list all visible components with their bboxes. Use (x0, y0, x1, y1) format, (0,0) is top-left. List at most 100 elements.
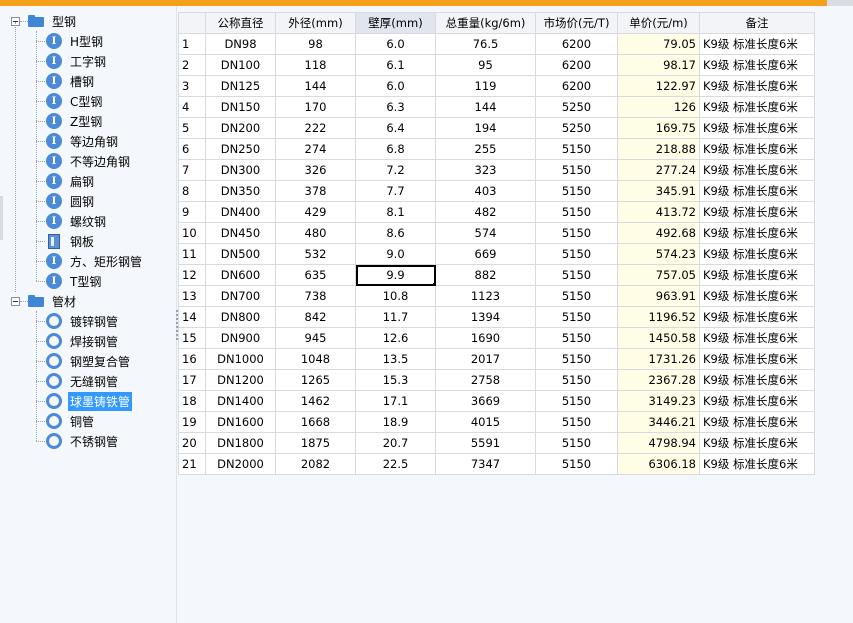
table-cell[interactable]: 5150 (535, 369, 618, 391)
table-cell[interactable]: K9级 标准长度6米 (699, 75, 815, 97)
tree-item[interactable]: I T型钢 (46, 271, 103, 291)
table-cell[interactable]: 882 (435, 264, 536, 286)
table-cell[interactable]: 3446.21 (617, 411, 700, 433)
table-cell[interactable]: 5150 (535, 243, 618, 265)
table-cell[interactable]: 326 (275, 159, 356, 181)
table-row[interactable]: 4 DN150 170 6.3 144 5250 126 K9级 标准长度6米 (178, 96, 815, 118)
table-cell[interactable]: 1196.52 (617, 306, 700, 328)
tree-item[interactable]: I H型钢 (46, 31, 105, 51)
table-cell[interactable]: 1875 (275, 432, 356, 454)
table-cell[interactable]: 17.1 (355, 390, 436, 412)
table-cell[interactable]: 5150 (535, 159, 618, 181)
table-cell[interactable]: 6.0 (355, 33, 436, 55)
table-cell[interactable]: 79.05 (617, 33, 700, 55)
table-cell[interactable]: 6306.18 (617, 453, 700, 475)
table-cell[interactable]: 5150 (535, 453, 618, 475)
table-cell[interactable]: 1265 (275, 369, 356, 391)
table-cell[interactable]: 6.4 (355, 117, 436, 139)
table-cell[interactable]: 5150 (535, 432, 618, 454)
table-cell[interactable]: DN1000 (205, 348, 276, 370)
table-cell[interactable]: K9级 标准长度6米 (699, 33, 815, 55)
table-cell[interactable]: 5150 (535, 390, 618, 412)
table-cell[interactable]: K9级 标准长度6米 (699, 348, 815, 370)
table-cell[interactable]: K9级 标准长度6米 (699, 222, 815, 244)
table-cell[interactable]: DN400 (205, 201, 276, 223)
table-cell[interactable]: 7.2 (355, 159, 436, 181)
table-cell[interactable]: 480 (275, 222, 356, 244)
table-cell[interactable]: 6.0 (355, 75, 436, 97)
table-row[interactable]: 14 DN800 842 11.7 1394 5150 1196.52 K9级 标准长度6米 (178, 306, 815, 328)
table-cell[interactable]: 1731.26 (617, 348, 700, 370)
table-row[interactable]: 15 DN900 945 12.6 1690 5150 1450.58 K9级 标准长度6米 (178, 327, 815, 349)
table-row[interactable]: 3 DN125 144 6.0 119 6200 122.97 K9级 标准长度6米 (178, 75, 815, 97)
table-cell[interactable]: 1462 (275, 390, 356, 412)
table-cell[interactable]: DN1400 (205, 390, 276, 412)
table-cell[interactable]: 6.1 (355, 54, 436, 76)
column-header[interactable]: 市场价(元/T) (535, 12, 618, 34)
table-row[interactable]: 18 DN1400 1462 17.1 3669 5150 3149.23 K9级 标准长度6… (178, 390, 815, 412)
table-cell[interactable]: 2367.28 (617, 369, 700, 391)
table-cell[interactable]: 738 (275, 285, 356, 307)
table-cell[interactable]: 5150 (535, 138, 618, 160)
table-cell[interactable]: 5150 (535, 222, 618, 244)
table-cell[interactable]: DN1600 (205, 411, 276, 433)
table-cell[interactable]: 13.5 (355, 348, 436, 370)
table-cell[interactable]: 492.68 (617, 222, 700, 244)
table-cell[interactable]: K9级 标准长度6米 (699, 117, 815, 139)
table-cell[interactable]: 574 (435, 222, 536, 244)
table-cell[interactable]: 7347 (435, 453, 536, 475)
tree-item[interactable]: I 扁钢 (46, 171, 96, 191)
table-cell[interactable]: 98.17 (617, 54, 700, 76)
tree-item[interactable]: 钢板 (46, 231, 96, 251)
tree-group-1[interactable]: 管材 (28, 291, 78, 311)
table-cell[interactable]: 144 (275, 75, 356, 97)
column-header[interactable]: 单价(元/m) (617, 12, 700, 34)
table-cell[interactable]: 6200 (535, 54, 618, 76)
table-cell[interactable]: 8.1 (355, 201, 436, 223)
table-cell[interactable]: K9级 标准长度6米 (699, 369, 815, 391)
table-cell[interactable]: 757.05 (617, 264, 700, 286)
table-cell[interactable]: 635 (275, 264, 356, 286)
table-cell[interactable]: 5150 (535, 180, 618, 202)
table-cell[interactable]: K9级 标准长度6米 (699, 306, 815, 328)
collapse-toggle-icon[interactable] (11, 297, 20, 306)
table-cell[interactable]: K9级 标准长度6米 (699, 411, 815, 433)
tree-item[interactable]: 不锈钢管 (46, 431, 120, 451)
table-cell[interactable]: 20.7 (355, 432, 436, 454)
table-cell[interactable]: 5150 (535, 264, 618, 286)
table-row[interactable]: 2 DN100 118 6.1 95 6200 98.17 K9级 标准长度6米 (178, 54, 815, 76)
table-cell[interactable]: K9级 标准长度6米 (699, 180, 815, 202)
table-row[interactable]: 9 DN400 429 8.1 482 5150 413.72 K9级 标准长度6米 (178, 201, 815, 223)
table-cell[interactable]: 1668 (275, 411, 356, 433)
table-cell[interactable]: 1048 (275, 348, 356, 370)
table-cell[interactable]: K9级 标准长度6米 (699, 159, 815, 181)
table-cell[interactable]: 413.72 (617, 201, 700, 223)
table-cell[interactable]: DN300 (205, 159, 276, 181)
table-cell[interactable]: 170 (275, 96, 356, 118)
column-header[interactable]: 公称直径 (205, 12, 276, 34)
table-cell[interactable]: 482 (435, 201, 536, 223)
table-cell[interactable]: 323 (435, 159, 536, 181)
table-cell[interactable]: 6200 (535, 33, 618, 55)
table-row[interactable]: 21 DN2000 2082 22.5 7347 5150 6306.18 K9级 标准长度6… (178, 453, 815, 475)
table-cell[interactable]: 18.9 (355, 411, 436, 433)
table-row[interactable]: 16 DN1000 1048 13.5 2017 5150 1731.26 K9级 标准长度6… (178, 348, 815, 370)
table-cell[interactable]: 842 (275, 306, 356, 328)
table-cell[interactable]: 2082 (275, 453, 356, 475)
table-cell[interactable]: DN100 (205, 54, 276, 76)
column-header[interactable] (178, 12, 206, 34)
tree-item[interactable]: I 槽钢 (46, 71, 96, 91)
table-cell[interactable]: K9级 标准长度6米 (699, 264, 815, 286)
table-cell[interactable]: 1123 (435, 285, 536, 307)
table-cell[interactable]: 378 (275, 180, 356, 202)
table-row[interactable]: 7 DN300 326 7.2 323 5150 277.24 K9级 标准长度6米 (178, 159, 815, 181)
column-header[interactable]: 总重量(kg/6m) (435, 12, 536, 34)
table-cell[interactable]: 169.75 (617, 117, 700, 139)
table-cell[interactable]: 222 (275, 117, 356, 139)
table-cell[interactable]: 2758 (435, 369, 536, 391)
table-cell[interactable]: K9级 标准长度6米 (699, 285, 815, 307)
tree-item[interactable]: 钢塑复合管 (46, 351, 132, 371)
tree-item[interactable]: I 工字钢 (46, 51, 108, 71)
table-row[interactable]: 11 DN500 532 9.0 669 5150 574.23 K9级 标准长度6米 (178, 243, 815, 265)
table-cell[interactable]: DN2000 (205, 453, 276, 475)
